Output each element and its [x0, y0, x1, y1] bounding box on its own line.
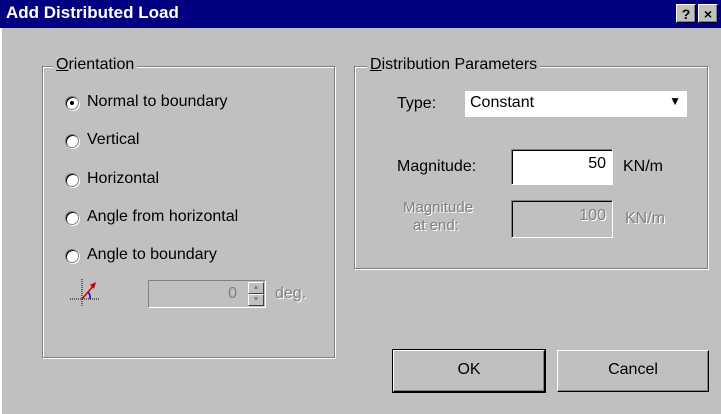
radio-button[interactable] [65, 96, 79, 110]
radio-button[interactable] [65, 211, 79, 225]
radio-button[interactable] [65, 173, 79, 187]
magnitude-label: Magnitude: [397, 158, 477, 175]
radio-label: Vertical [87, 131, 140, 148]
magnitude-end-unit: KN/m [625, 210, 665, 227]
radio-label: Normal to boundary [87, 93, 228, 110]
close-button[interactable]: × [698, 4, 718, 23]
angle-unit: deg. [275, 285, 307, 302]
magnitude-input[interactable]: 50 [511, 149, 613, 185]
type-label: Type: [397, 95, 437, 112]
magnitude-end-label-line2: at end: [413, 217, 459, 234]
distribution-parameters-group: Distribution Parameters Type: Constant ▼… [354, 56, 708, 269]
angle-spin-box[interactable]: 0 ▲ ▼ [148, 280, 266, 308]
angle-value: 0 [228, 285, 237, 302]
radio-button[interactable] [65, 249, 79, 263]
radio-label: Angle from horizontal [87, 208, 239, 225]
orientation-legend: Orientation [53, 56, 138, 74]
magnitude-end-label-line1: Magnitude [403, 199, 474, 216]
help-button[interactable]: ? [676, 4, 696, 23]
orientation-group: Orientation Normal to boundary Vertical … [42, 56, 335, 358]
spin-up-arrow-icon[interactable]: ▲ [248, 282, 264, 294]
radio-button[interactable] [65, 134, 79, 148]
title-bar: Add Distributed Load ? × [0, 0, 721, 28]
radio-selected-dot [70, 101, 74, 105]
type-dropdown[interactable]: Constant ▼ [465, 91, 687, 117]
distribution-legend: Distribution Parameters [367, 56, 541, 74]
radio-label: Horizontal [87, 170, 160, 187]
magnitude-end-value: 100 [579, 207, 606, 224]
dropdown-arrow-icon[interactable]: ▼ [669, 94, 681, 108]
angle-axes-icon [70, 279, 100, 306]
window-title: Add Distributed Load [6, 3, 179, 22]
spin-down-arrow-icon[interactable]: ▼ [248, 294, 264, 306]
window-left-edge [0, 28, 2, 414]
cancel-button[interactable]: Cancel [557, 350, 709, 392]
magnitude-value: 50 [588, 155, 606, 172]
add-distributed-load-dialog: Add Distributed Load ? × Orientation Nor… [0, 0, 721, 414]
magnitude-end-input[interactable]: 100 [511, 200, 613, 238]
radio-label: Angle to boundary [87, 246, 217, 263]
type-value: Constant [470, 94, 535, 111]
magnitude-unit: KN/m [623, 158, 663, 175]
ok-button[interactable]: OK [392, 349, 546, 393]
